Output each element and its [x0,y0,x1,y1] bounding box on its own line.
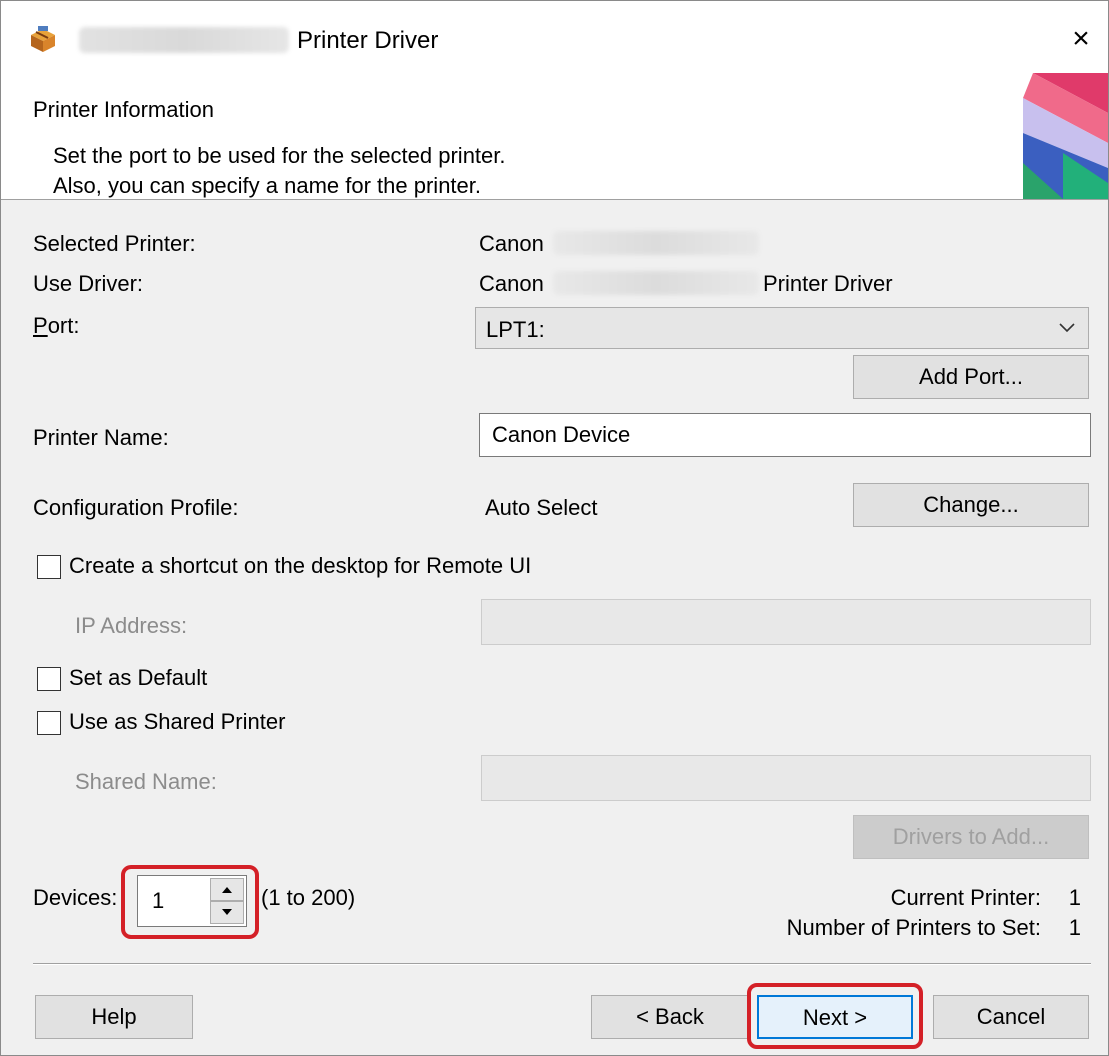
header-panel: Printer Information Set the port to be u… [1,73,1108,200]
header-description-line2: Also, you can specify a name for the pri… [53,173,482,198]
change-button[interactable]: Change... [853,483,1089,527]
drivers-to-add-button[interactable]: Drivers to Add... [853,815,1089,859]
close-icon[interactable]: × [1061,21,1101,57]
set-default-label: Set as Default [69,665,208,690]
selected-printer-value: Canon [479,231,544,256]
remote-ui-label: Create a shortcut on the desktop for Rem… [69,553,532,578]
cancel-button[interactable]: Cancel [933,995,1089,1039]
port-label-rest: ort: [47,313,80,338]
number-to-set-label: Number of Printers to Set: [786,915,1041,940]
current-printer-value: 1 [1068,885,1081,910]
footer-divider [33,963,1091,965]
help-button[interactable]: Help [35,995,193,1039]
title-redacted [79,27,289,53]
use-driver-value: Canon [479,271,544,296]
devices-range: (1 to 200) [261,885,356,910]
current-printer-label: Current Printer: [890,885,1041,910]
use-driver-suffix: Printer Driver [763,271,893,296]
port-label: Port: [33,313,79,339]
shared-name-label: Shared Name: [75,769,217,794]
remote-ui-checkbox[interactable] [37,555,61,579]
set-default-checkbox[interactable] [37,667,61,691]
printer-driver-dialog: Printer Driver × Printer Information Set… [0,0,1109,1056]
config-profile-value: Auto Select [485,495,598,520]
use-driver-label: Use Driver: [33,271,144,296]
selected-printer-redacted [553,231,759,255]
add-port-button[interactable]: Add Port... [853,355,1089,399]
page-title: Printer Information [33,97,214,122]
window-title: Printer Driver [297,27,439,54]
shared-printer-checkbox[interactable] [37,711,61,735]
number-to-set-value: 1 [1068,915,1081,940]
header-description-line1: Set the port to be used for the selected… [53,143,506,168]
shared-printer-label: Use as Shared Printer [69,709,286,734]
printer-name-input[interactable]: Canon Device [479,413,1091,457]
config-profile-label: Configuration Profile: [33,495,239,520]
chevron-down-icon [1059,323,1075,333]
shared-name-input[interactable] [481,755,1091,801]
title-bar: Printer Driver × [1,1,1108,73]
use-driver-redacted [553,271,759,295]
header-decoration-icon [1023,73,1108,199]
back-button[interactable]: < Back [591,995,749,1039]
devices-highlight [121,865,259,939]
next-highlight [747,983,923,1049]
selected-printer-label: Selected Printer: [33,231,196,256]
printer-box-icon [31,26,55,52]
port-select-value: LPT1: [486,317,545,342]
port-select[interactable]: LPT1: [475,307,1089,349]
devices-label: Devices: [33,885,118,910]
port-label-mnemonic: P [33,313,48,338]
printer-name-label: Printer Name: [33,425,169,450]
ip-address-input[interactable] [481,599,1091,645]
ip-address-label: IP Address: [75,613,188,638]
